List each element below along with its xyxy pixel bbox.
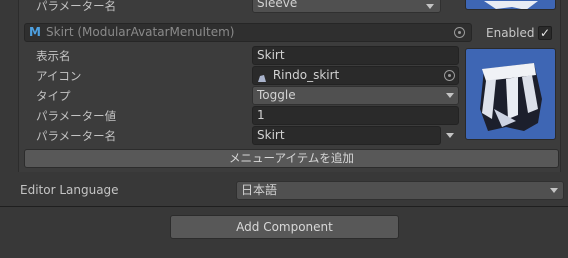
- display-name-value: Skirt: [257, 48, 285, 62]
- divider: [0, 206, 568, 207]
- enabled-checkbox[interactable]: ✓: [538, 26, 552, 40]
- chevron-down-icon: [446, 93, 454, 98]
- chevron-down-icon[interactable]: [446, 133, 454, 138]
- chevron-down-icon: [426, 4, 434, 9]
- object-picker-icon[interactable]: [444, 70, 455, 81]
- icon-label: アイコン: [36, 69, 82, 83]
- parameter-value-field[interactable]: 1: [252, 106, 459, 125]
- parameter-name-value-top: Sleeve: [257, 0, 298, 10]
- panel-left-edge: [18, 0, 19, 172]
- panel-right-edge: [560, 0, 561, 172]
- type-dropdown[interactable]: Toggle: [252, 86, 459, 105]
- add-menu-item-button[interactable]: メニューアイテムを追加: [24, 149, 559, 168]
- component-title: Skirt (ModularAvatarMenuItem): [46, 25, 235, 39]
- parameter-value-value: 1: [257, 108, 265, 122]
- editor-language-dropdown[interactable]: 日本語: [236, 181, 564, 200]
- chevron-down-icon: [550, 188, 558, 193]
- sleeve-thumbnail: [465, 0, 556, 10]
- add-component-button[interactable]: Add Component: [170, 215, 399, 239]
- skirt-thumbnail: [465, 48, 556, 140]
- editor-language-value: 日本語: [241, 183, 278, 197]
- enabled-label: Enabled: [486, 26, 535, 40]
- modular-avatar-icon: M: [29, 25, 41, 39]
- texture-icon: [257, 71, 267, 82]
- parameter-name-label: パラメーター名: [36, 129, 117, 143]
- parameter-value-label: パラメーター値: [36, 109, 117, 123]
- parameter-name-value: Skirt: [257, 128, 285, 142]
- icon-value: Rindo_skirt: [272, 68, 340, 82]
- editor-language-label: Editor Language: [20, 183, 119, 197]
- type-value: Toggle: [257, 88, 296, 102]
- target-icon[interactable]: [454, 27, 465, 38]
- parameter-name-field[interactable]: Skirt: [252, 126, 441, 145]
- icon-object-field[interactable]: Rindo_skirt: [252, 66, 459, 85]
- type-label: タイプ: [36, 89, 71, 103]
- parameter-name-label-top: パラメーター名: [36, 0, 117, 13]
- parameter-name-dropdown-top[interactable]: Sleeve: [252, 0, 441, 13]
- display-name-field[interactable]: Skirt: [252, 46, 459, 65]
- display-name-label: 表示名: [36, 49, 71, 63]
